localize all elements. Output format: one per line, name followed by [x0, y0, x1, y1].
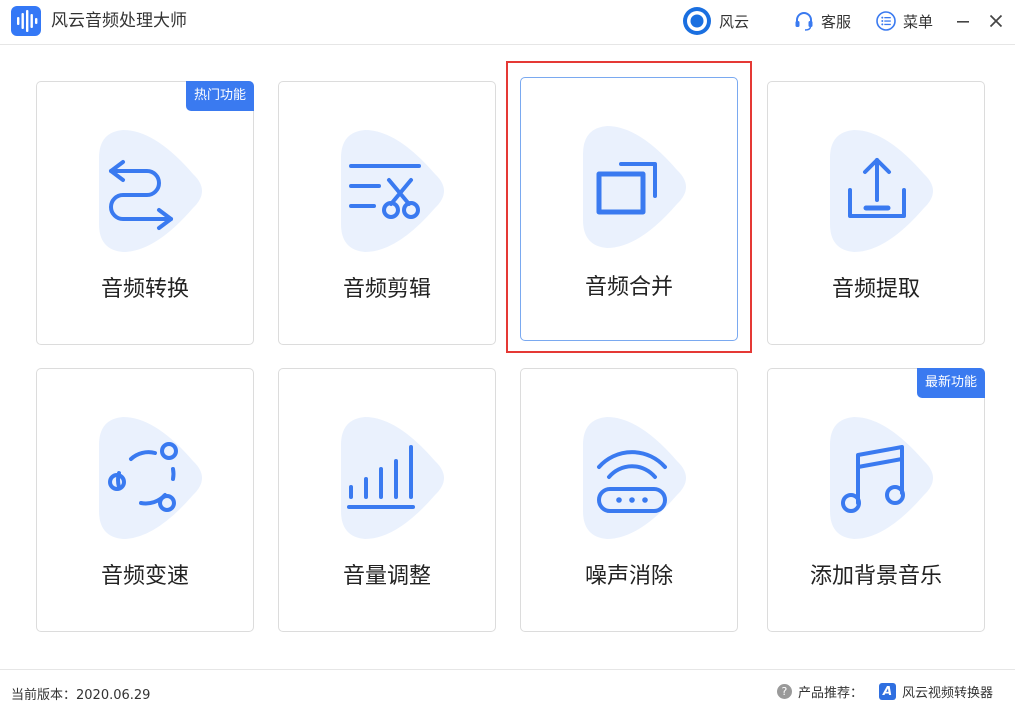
- video-converter-logo-icon[interactable]: A: [878, 683, 896, 700]
- card-audio-convert[interactable]: 音频转换 热门功能: [36, 81, 254, 345]
- recommended-product-link[interactable]: 风云视频转换器: [902, 682, 993, 701]
- export-upload-icon: [848, 158, 906, 218]
- recommend-label: 产品推荐：: [797, 686, 863, 701]
- card-add-bgm[interactable]: 添加背景音乐 最新功能: [767, 368, 985, 632]
- minimize-button[interactable]: [950, 8, 976, 34]
- noise-router-icon: [597, 450, 667, 513]
- customer-service-button[interactable]: 客服: [793, 7, 851, 35]
- help-icon[interactable]: ?: [776, 684, 792, 699]
- headset-icon: [795, 12, 813, 31]
- close-icon: [989, 14, 1003, 28]
- card-label: 音量调整: [342, 564, 431, 589]
- convert-arrows-icon: [109, 160, 173, 230]
- music-note-icon: [841, 445, 905, 513]
- menu-list-icon: [876, 11, 896, 31]
- card-label: 音频合并: [584, 275, 673, 300]
- menu-button[interactable]: 菜单: [875, 7, 933, 35]
- card-audio-cut[interactable]: 音频剪辑: [278, 81, 496, 345]
- card-label: 噪声消除: [584, 564, 673, 589]
- card-volume-adjust[interactable]: 音量调整: [278, 368, 496, 632]
- brand-account-button[interactable]: 风云: [681, 7, 749, 35]
- version-text: 当前版本：2020.06.29: [11, 688, 151, 703]
- card-audio-merge[interactable]: 音频合并: [520, 77, 738, 341]
- card-label: 音频变速: [100, 564, 189, 589]
- volume-bars-icon: [347, 445, 415, 509]
- app-logo-icon: [11, 6, 41, 36]
- card-audio-speed[interactable]: 音频变速: [36, 368, 254, 632]
- new-feature-badge: 最新功能: [916, 368, 985, 398]
- card-label: 音频转换: [100, 277, 189, 302]
- merge-squares-icon: [596, 162, 657, 215]
- brand-label: 风云: [719, 12, 750, 31]
- card-audio-extract[interactable]: 音频提取: [767, 81, 985, 345]
- scissors-list-icon: [349, 164, 421, 219]
- card-label: 添加背景音乐: [809, 564, 942, 589]
- brand-circle-icon: [683, 7, 711, 35]
- hot-feature-badge: 热门功能: [185, 81, 254, 111]
- card-label: 音频剪辑: [342, 277, 431, 302]
- product-recommend: ? 产品推荐： A 风云视频转换器: [776, 682, 993, 701]
- app-title: 风云音频处理大师: [51, 11, 187, 31]
- title-bar: 风云音频处理大师 风云 客服 菜单: [0, 0, 1015, 45]
- card-noise-removal[interactable]: 噪声消除: [520, 368, 738, 632]
- close-button[interactable]: [983, 8, 1009, 34]
- minimize-icon: [957, 21, 969, 23]
- speed-cycle-icon: [108, 442, 178, 512]
- menu-label: 菜单: [903, 12, 934, 31]
- footer-divider: [0, 669, 1015, 670]
- card-label: 音频提取: [831, 277, 920, 302]
- customer-service-label: 客服: [821, 12, 852, 31]
